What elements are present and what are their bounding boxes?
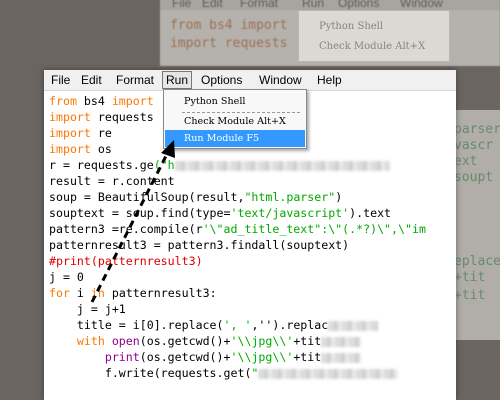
dashed-arrow-icon	[90, 140, 175, 303]
